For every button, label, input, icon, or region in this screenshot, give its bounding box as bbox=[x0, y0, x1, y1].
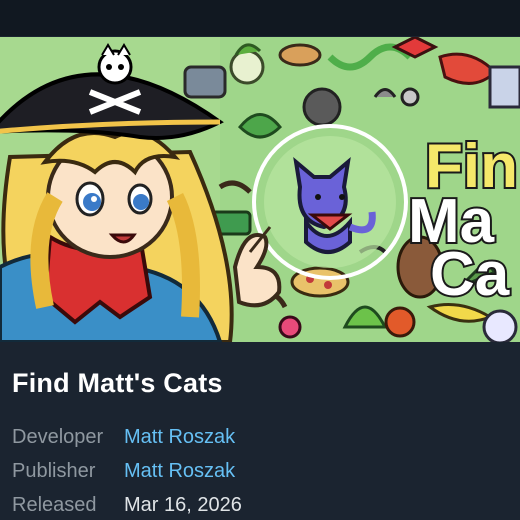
publisher-row: Publisher Matt Roszak bbox=[12, 460, 512, 484]
game-title: Find Matt's Cats bbox=[12, 368, 223, 398]
game-header-image[interactable]: Fin Ma Ca bbox=[0, 37, 520, 342]
game-info-panel: Find Matt's Cats Developer Matt Roszak P… bbox=[0, 342, 520, 520]
developer-label: Developer bbox=[12, 426, 104, 448]
developer-row: Developer Matt Roszak bbox=[12, 426, 512, 450]
publisher-link[interactable]: Matt Roszak bbox=[124, 460, 235, 483]
header-art: Fin Ma Ca bbox=[0, 37, 520, 342]
top-bar bbox=[0, 0, 520, 36]
publisher-label: Publisher bbox=[12, 460, 96, 482]
release-date: Mar 16, 2026 bbox=[124, 494, 242, 516]
svg-text:Ca: Ca bbox=[430, 240, 510, 309]
release-row: Released Mar 16, 2026 bbox=[12, 494, 512, 518]
cat-highlight bbox=[252, 124, 408, 280]
developer-link[interactable]: Matt Roszak bbox=[124, 426, 235, 449]
released-label: Released bbox=[12, 494, 97, 516]
